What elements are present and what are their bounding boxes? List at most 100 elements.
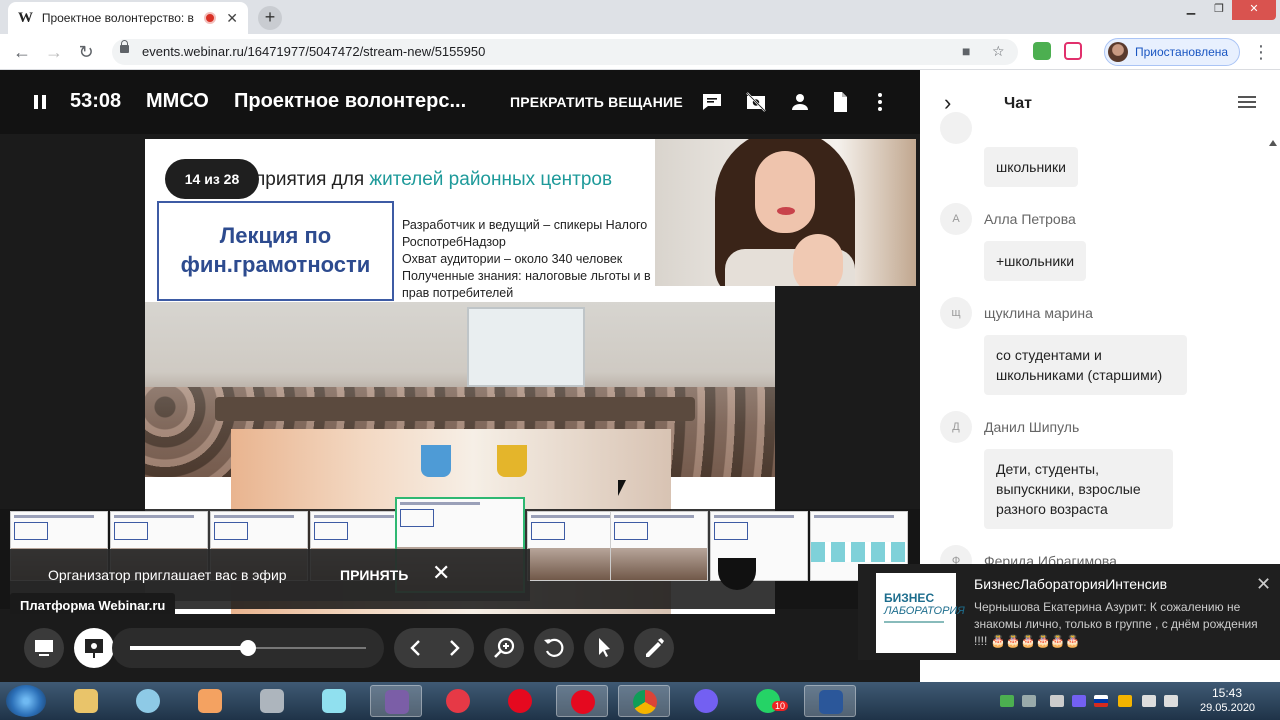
taskbar-word[interactable] — [804, 685, 856, 717]
taskbar-paint[interactable] — [122, 685, 174, 717]
emblem-yellow — [497, 445, 527, 477]
more-icon[interactable] — [868, 90, 892, 114]
undo-icon — [544, 638, 564, 657]
webinar-favicon-icon: W — [18, 9, 33, 26]
message-avatar — [940, 112, 972, 144]
screen: W Проектное волонтерство: в ✕ + ▁ ❐ ✕ ← … — [0, 0, 1280, 720]
organizer-name: ММСО — [146, 90, 209, 112]
forward-arrow-icon[interactable]: → — [42, 40, 66, 64]
clock-date[interactable]: 29.05.2020 — [1200, 702, 1255, 714]
taskbar-snipping[interactable] — [432, 685, 484, 717]
stop-broadcast-button[interactable]: ПРЕКРАТИТЬ ВЕЩАНИЕ — [510, 94, 683, 110]
slide-line: Разработчик и ведущий – спикеры Налого — [402, 218, 648, 232]
slide-text: Разработчик и ведущий – спикеры Налого Р… — [402, 217, 662, 301]
draw-tools-button[interactable] — [634, 628, 674, 668]
chevron-right-icon[interactable]: › — [944, 92, 951, 114]
chevron-right-icon[interactable] — [442, 636, 466, 660]
camera-icon[interactable]: ■ — [962, 43, 970, 59]
notification-title: БизнесЛабораторияИнтенсив — [974, 576, 1168, 592]
chat-header: › Чат — [920, 70, 1280, 136]
instagram-icon[interactable] — [1064, 42, 1082, 60]
camera-off-icon[interactable] — [744, 90, 768, 114]
message-text: школьники — [984, 147, 1078, 187]
maximize-button[interactable]: ❐ — [1204, 0, 1234, 20]
presentation-toolbar — [0, 614, 920, 682]
taskbar-media[interactable] — [184, 685, 236, 717]
webcam-video[interactable] — [655, 139, 916, 286]
message-avatar: А — [940, 203, 972, 235]
slide-line: Охват аудитории – около 340 человек — [402, 251, 623, 266]
network-icon[interactable] — [1164, 695, 1178, 707]
slide-navigation — [394, 628, 474, 668]
tab-close-icon[interactable]: ✕ — [226, 10, 238, 27]
extension-icon[interactable] — [1033, 42, 1051, 60]
taskbar-opera[interactable] — [494, 685, 546, 717]
new-tab-button[interactable]: + — [258, 6, 282, 30]
taskbar-app-active[interactable] — [370, 685, 422, 717]
chevron-left-icon[interactable] — [404, 636, 428, 660]
profile-chip[interactable]: Приостановлена — [1104, 38, 1240, 66]
folder-icon — [74, 689, 98, 713]
pointer-button[interactable] — [584, 628, 624, 668]
zoom-button[interactable] — [484, 628, 524, 668]
chat-icon[interactable] — [700, 90, 724, 114]
zoom-slider[interactable] — [112, 628, 384, 668]
presentation-button[interactable] — [74, 628, 114, 668]
invite-close-icon[interactable]: ✕ — [432, 562, 450, 584]
message-text: Дети, студенты, выпускники, взрослые раз… — [984, 449, 1173, 529]
taskbar-notes[interactable] — [308, 685, 360, 717]
star-icon[interactable]: ☆ — [992, 43, 1005, 60]
browser-menu-icon[interactable]: ⋮ — [1252, 40, 1270, 64]
window-close-button[interactable]: ✕ — [1232, 0, 1276, 20]
taskbar-whatsapp[interactable]: 10 — [742, 685, 794, 717]
file-icon[interactable] — [828, 90, 852, 114]
minimize-button[interactable]: ▁ — [1176, 0, 1206, 20]
opera-icon — [571, 690, 595, 714]
volume-icon[interactable] — [1142, 695, 1156, 707]
desktop-notification[interactable]: БИЗНЕС ЛАБОРАТОРИЯ БизнесЛабораторияИнте… — [858, 564, 1280, 660]
language-flag-icon[interactable] — [1094, 695, 1108, 707]
browser-tab[interactable]: W Проектное волонтерство: в ✕ — [8, 2, 248, 34]
notification-close-icon[interactable]: ✕ — [1256, 574, 1271, 595]
slide-heading-prefix: приятия для — [255, 169, 370, 190]
accept-button[interactable]: ПРИНЯТЬ — [340, 567, 408, 583]
webinar-top-bar: 53:08 ММСО Проектное волонтерс... ПРЕКРА… — [0, 70, 920, 134]
meeting-table — [215, 397, 695, 421]
chat-title: Чат — [1004, 95, 1032, 112]
recording-icon — [204, 12, 217, 24]
lock-icon — [120, 40, 129, 53]
zoom-in-icon — [494, 637, 515, 658]
scroll-up-arrow-icon[interactable] — [1269, 140, 1277, 146]
pause-icon[interactable] — [34, 95, 46, 109]
tray-icon[interactable] — [1022, 695, 1036, 707]
tray-viber-icon[interactable] — [1072, 695, 1086, 707]
presentation-icon — [85, 639, 103, 658]
participants-icon[interactable] — [788, 90, 812, 114]
slide-thumbnail[interactable] — [610, 511, 708, 581]
taskbar-calculator[interactable] — [246, 685, 298, 717]
url-text[interactable]: events.webinar.ru/16471977/5047472/strea… — [142, 44, 485, 59]
omnibox[interactable]: events.webinar.ru/16471977/5047472/strea… — [112, 39, 1018, 65]
tray-icon[interactable] — [1118, 695, 1132, 707]
taskbar-viber[interactable] — [680, 685, 732, 717]
back-arrow-icon[interactable]: ← — [10, 40, 34, 64]
reload-icon[interactable]: ↻ — [74, 40, 98, 64]
invite-text: Организатор приглашает вас в эфир — [48, 567, 287, 583]
start-button[interactable] — [6, 685, 46, 717]
screen-share-button[interactable] — [24, 628, 64, 668]
presentation-stage: приятия для жителей районных центров Лек… — [0, 134, 920, 614]
scissors-icon — [446, 689, 470, 713]
word-icon — [819, 690, 843, 714]
media-player-icon — [198, 689, 222, 713]
rotate-button[interactable] — [534, 628, 574, 668]
mouse-cursor-icon — [618, 480, 626, 496]
tray-nvidia-icon[interactable] — [1000, 695, 1014, 707]
taskbar-explorer[interactable] — [60, 685, 112, 717]
chat-menu-icon[interactable] — [1238, 96, 1256, 110]
clock-time[interactable]: 15:43 — [1212, 686, 1242, 700]
tray-icon[interactable] — [1050, 695, 1064, 707]
slide-line: прав потребителей — [402, 285, 514, 300]
taskbar-chrome[interactable] — [618, 685, 670, 717]
taskbar-opera-2[interactable] — [556, 685, 608, 717]
slider-handle[interactable] — [240, 640, 256, 656]
